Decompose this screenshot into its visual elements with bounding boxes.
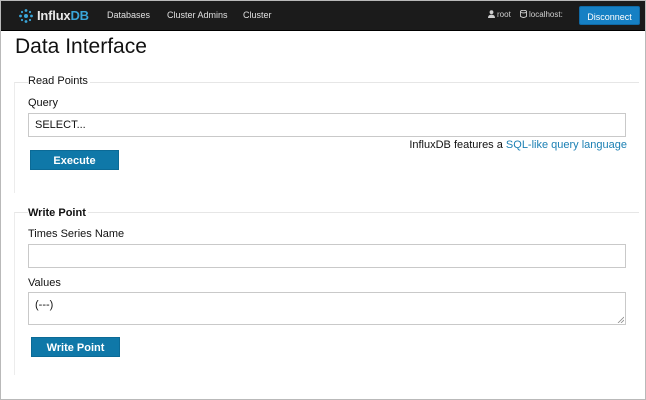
current-host: localhost:	[520, 10, 563, 19]
influxdb-logo-icon	[19, 8, 33, 23]
user-name: root	[497, 10, 511, 19]
top-navbar: InfluxDB Databases Cluster Admins Cluste…	[1, 1, 645, 31]
current-user: root	[488, 10, 511, 19]
read-points-section	[14, 82, 639, 193]
nav-cluster[interactable]: Cluster	[243, 10, 272, 20]
host-name: localhost:	[529, 10, 563, 19]
resize-grip-icon[interactable]	[617, 316, 624, 323]
query-input[interactable]: SELECT...	[28, 113, 626, 137]
sql-query-language-link[interactable]: SQL-like query language	[506, 139, 627, 151]
nav-cluster-admins[interactable]: Cluster Admins	[167, 10, 228, 20]
values-text: (---)	[35, 299, 54, 311]
series-name-input[interactable]	[28, 244, 626, 268]
page-title: Data Interface	[15, 35, 147, 58]
write-point-legend: Write Point	[28, 207, 88, 219]
values-label: Values	[28, 277, 61, 289]
values-textarea[interactable]: (---)	[28, 292, 626, 325]
nav-databases[interactable]: Databases	[107, 10, 150, 20]
brand-name: InfluxDB	[37, 8, 89, 23]
brand-prefix: Influx	[37, 8, 71, 23]
brand-suffix: DB	[70, 8, 89, 23]
series-name-label: Times Series Name	[28, 228, 125, 240]
query-language-hint: InfluxDB features a SQL-like query langu…	[409, 139, 627, 151]
user-icon	[488, 10, 495, 18]
hint-text: InfluxDB features a	[409, 139, 506, 151]
query-label: Query	[28, 97, 58, 109]
brand-logo[interactable]: InfluxDB	[19, 7, 89, 24]
database-icon	[520, 10, 527, 18]
read-points-legend: Read Points	[28, 75, 90, 87]
disconnect-button[interactable]: Disconnect	[579, 6, 640, 25]
execute-query-button[interactable]: Execute Query	[30, 150, 119, 185]
write-point-button[interactable]: Write Point	[31, 337, 120, 357]
